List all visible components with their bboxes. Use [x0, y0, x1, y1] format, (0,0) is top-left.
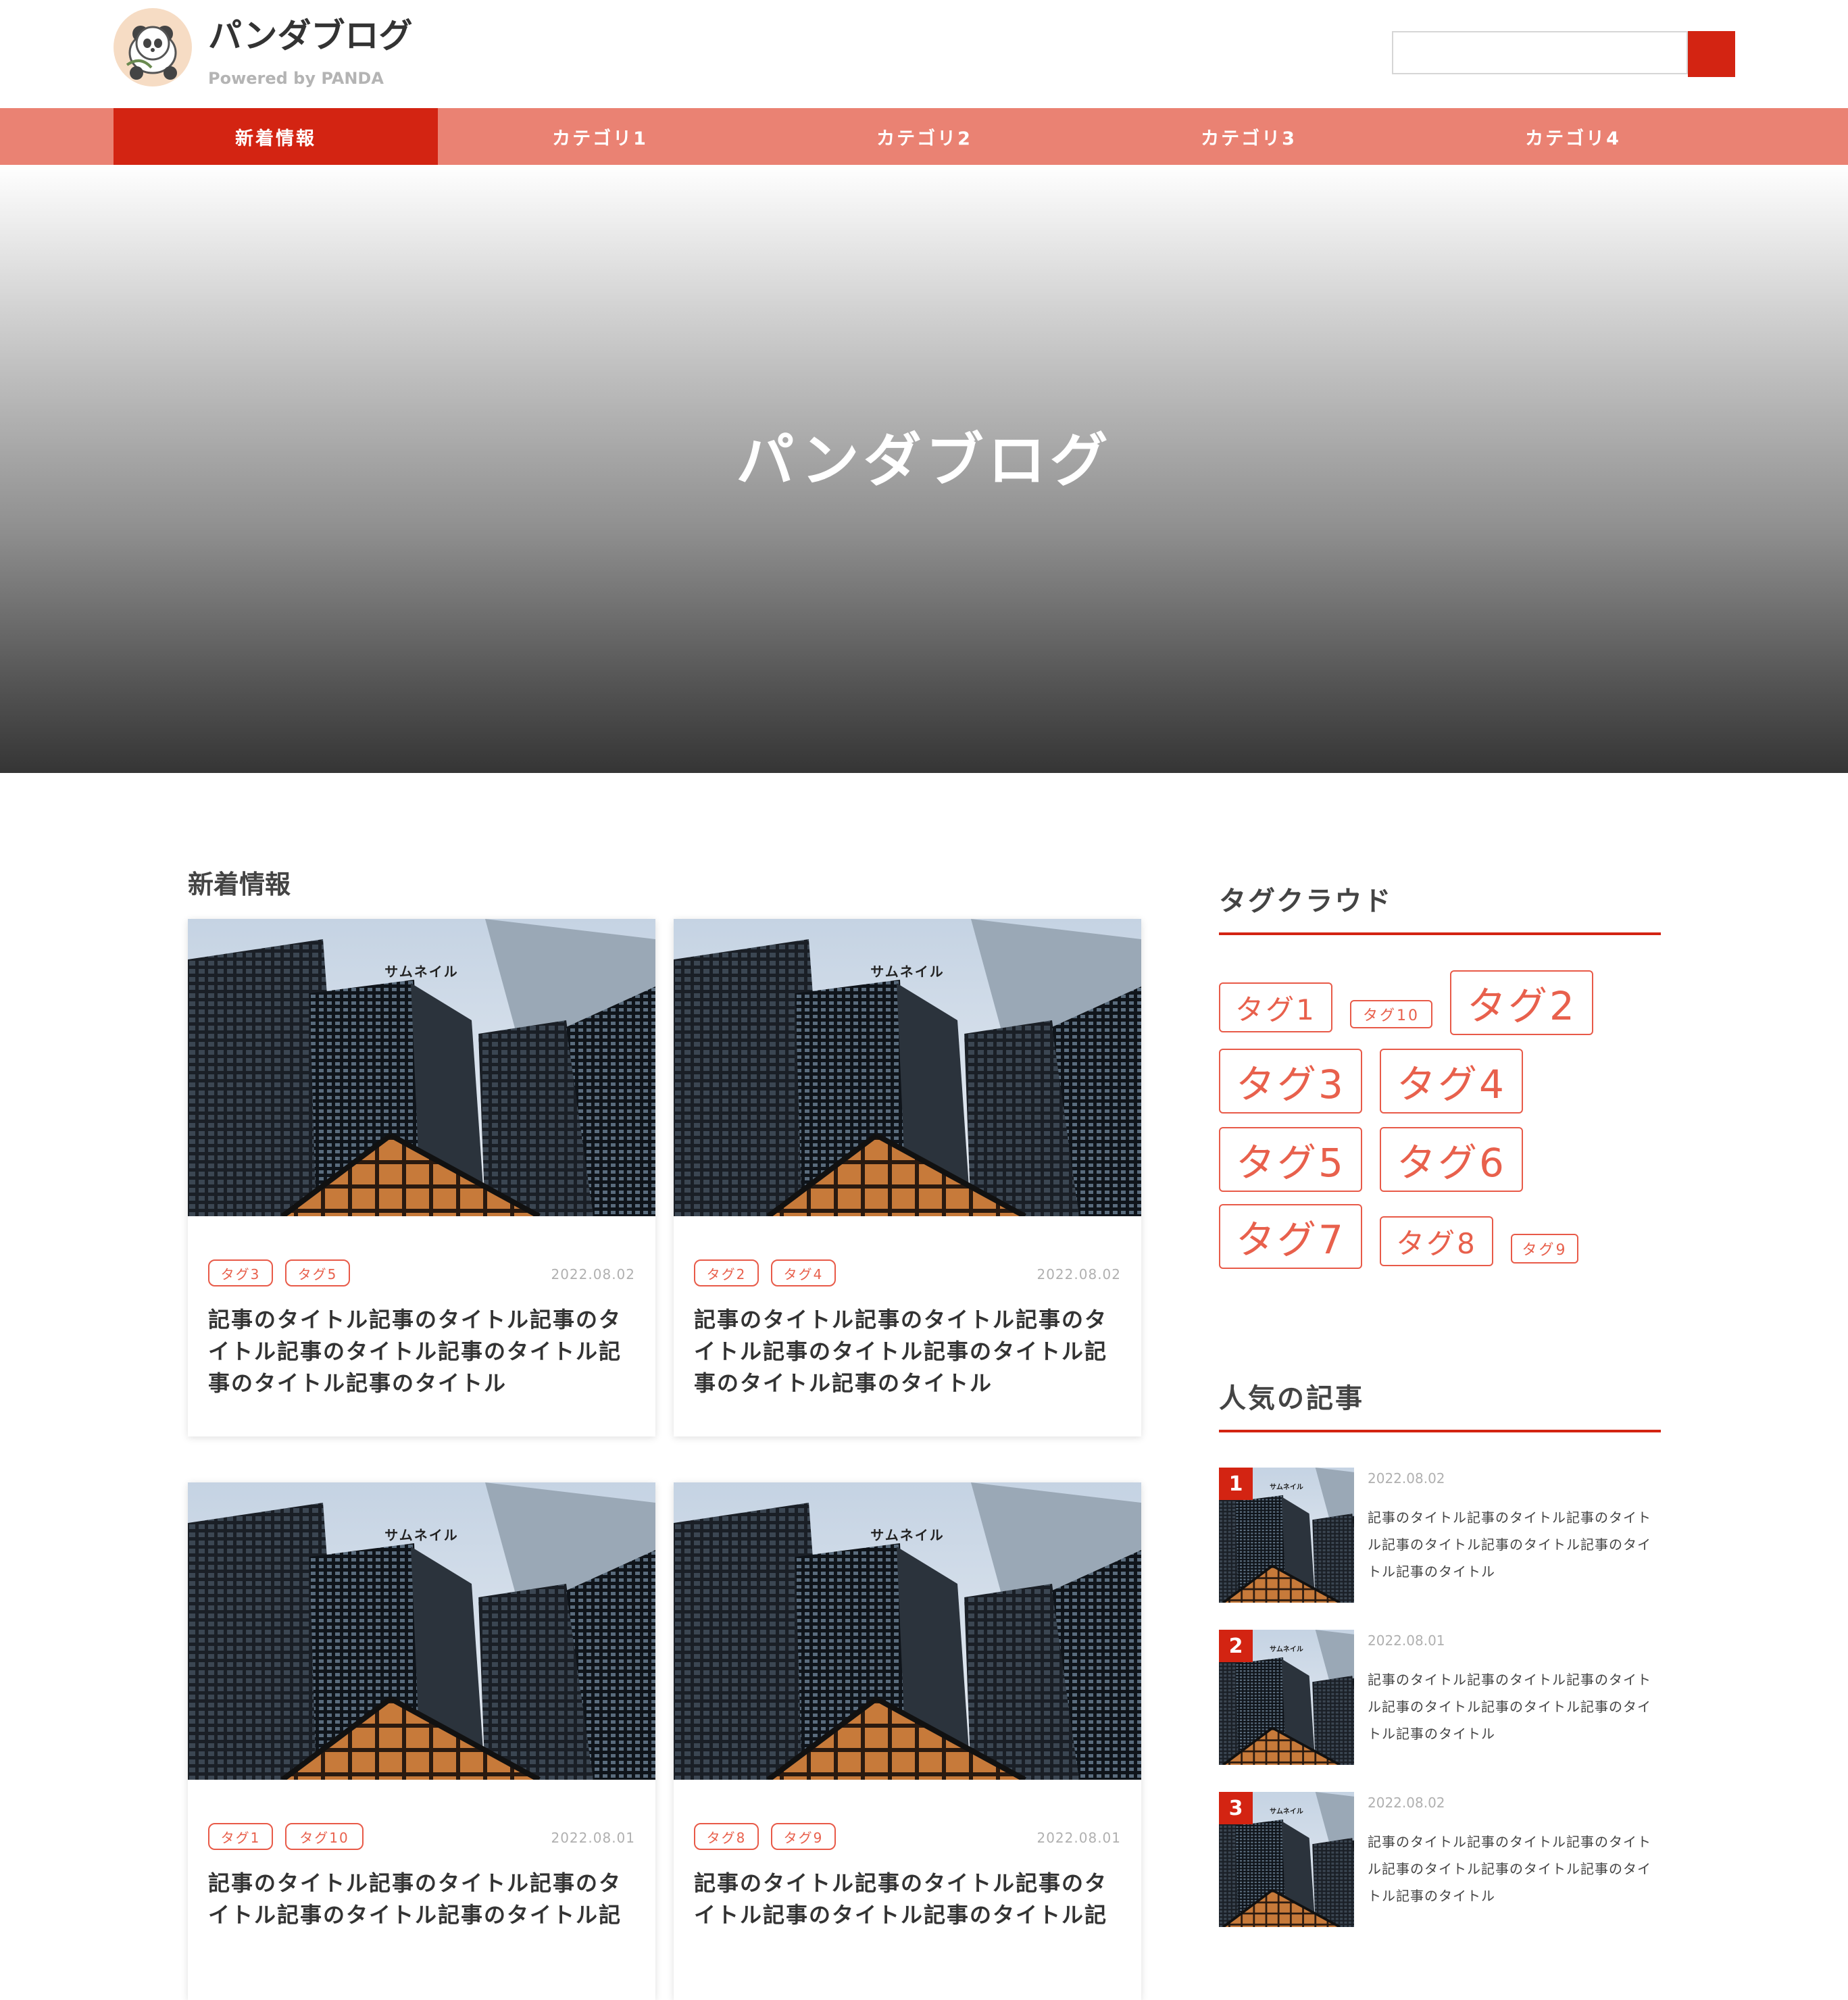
article-card[interactable]: サムネイル タグ8 タグ9 2022.08.01 記事のタイトル記事のタイトル記… [674, 1482, 1141, 2000]
thumbnail-label: サムネイル [384, 964, 459, 980]
popular-thumbnail[interactable]: サムネイル 1 [1219, 1468, 1354, 1603]
tagcloud-tag[interactable]: タグ3 [1219, 1049, 1362, 1114]
article-title[interactable]: 記事のタイトル記事のタイトル記事のタイトル記事のタイトル記事のタイトル記 [208, 1868, 635, 1931]
tag-pill[interactable]: タグ2 [694, 1259, 759, 1286]
tagcloud-tag[interactable]: タグ1 [1219, 982, 1332, 1032]
site-subtitle: Powered by PANDA [208, 69, 384, 88]
tag-pill[interactable]: タグ3 [208, 1259, 273, 1286]
rank-badge: 2 [1219, 1630, 1253, 1662]
popular-thumbnail[interactable]: サムネイル 2 [1219, 1630, 1354, 1765]
tagcloud-tag[interactable]: タグ6 [1380, 1127, 1523, 1192]
popular-article-title[interactable]: 記事のタイトル記事のタイトル記事のタイトル記事のタイトル記事のタイトル記事のタイ… [1368, 1666, 1665, 1747]
thumbnail-label: サムネイル [384, 1527, 459, 1543]
tagcloud-tag[interactable]: タグ2 [1450, 970, 1593, 1035]
popular-date: 2022.08.02 [1368, 1470, 1445, 1486]
nav-item-category1[interactable]: カテゴリ1 [438, 108, 762, 165]
tag-pill[interactable]: タグ4 [771, 1259, 836, 1286]
tag-pill[interactable]: タグ10 [285, 1823, 364, 1850]
global-nav: 新着情報 カテゴリ1 カテゴリ2 カテゴリ3 カテゴリ4 [0, 108, 1848, 165]
popular-date: 2022.08.02 [1368, 1795, 1445, 1811]
tagcloud-title: タグクラウド [1219, 886, 1393, 917]
search-button[interactable] [1688, 31, 1735, 77]
hero-banner: パンダブログ [0, 165, 1848, 773]
hero-title: パンダブログ [736, 427, 1112, 495]
article-date: 2022.08.02 [551, 1266, 635, 1282]
popular-date: 2022.08.01 [1368, 1632, 1445, 1649]
nav-item-news[interactable]: 新着情報 [114, 108, 438, 165]
tagcloud-divider [1219, 932, 1661, 935]
tag-pill[interactable]: タグ8 [694, 1823, 759, 1850]
article-title[interactable]: 記事のタイトル記事のタイトル記事のタイトル記事のタイトル記事のタイトル記事のタイ… [694, 1304, 1121, 1399]
article-card[interactable]: サムネイル タグ1 タグ10 2022.08.01 記事のタイトル記事のタイトル… [188, 1482, 655, 2000]
article-card[interactable]: サムネイル タグ3 タグ5 2022.08.02 記事のタイトル記事のタイトル記… [188, 919, 655, 1436]
tagcloud-tag[interactable]: タグ4 [1380, 1049, 1523, 1114]
popular-divider [1219, 1430, 1661, 1432]
nav-item-category2[interactable]: カテゴリ2 [762, 108, 1087, 165]
popular-article-title[interactable]: 記事のタイトル記事のタイトル記事のタイトル記事のタイトル記事のタイトル記事のタイ… [1368, 1504, 1665, 1585]
site-title[interactable]: パンダブログ [208, 19, 413, 53]
popular-article-title[interactable]: 記事のタイトル記事のタイトル記事のタイトル記事のタイトル記事のタイトル記事のタイ… [1368, 1828, 1665, 1909]
tagcloud-tag[interactable]: タグ8 [1380, 1216, 1493, 1266]
thumbnail-label: サムネイル [870, 1527, 945, 1543]
rank-badge: 3 [1219, 1792, 1253, 1824]
tagcloud-tag[interactable]: タグ10 [1350, 1000, 1432, 1028]
article-thumbnail[interactable]: サムネイル [188, 1482, 655, 1780]
section-title: 新着情報 [188, 870, 291, 899]
tagcloud-tag[interactable]: タグ5 [1219, 1127, 1362, 1192]
rank-badge: 1 [1219, 1468, 1253, 1500]
popular-title: 人気の記事 [1219, 1383, 1364, 1414]
tagcloud-tag[interactable]: タグ7 [1219, 1204, 1362, 1269]
article-card[interactable]: サムネイル タグ2 タグ4 2022.08.02 記事のタイトル記事のタイトル記… [674, 919, 1141, 1436]
tagcloud-tag[interactable]: タグ9 [1511, 1234, 1578, 1264]
site-header: パンダブログ Powered by PANDA [0, 0, 1848, 108]
article-date: 2022.08.02 [1037, 1266, 1121, 1282]
nav-item-category4[interactable]: カテゴリ4 [1411, 108, 1735, 165]
article-date: 2022.08.01 [551, 1830, 635, 1846]
panda-logo-icon[interactable] [114, 8, 192, 86]
article-title[interactable]: 記事のタイトル記事のタイトル記事のタイトル記事のタイトル記事のタイトル記事のタイ… [208, 1304, 635, 1399]
search-input[interactable] [1392, 31, 1688, 74]
article-thumbnail[interactable]: サムネイル [188, 919, 655, 1216]
tag-pill[interactable]: タグ1 [208, 1823, 273, 1850]
tag-pill[interactable]: タグ5 [285, 1259, 350, 1286]
tag-pill[interactable]: タグ9 [771, 1823, 836, 1850]
article-thumbnail[interactable]: サムネイル [674, 1482, 1141, 1780]
popular-thumbnail[interactable]: サムネイル 3 [1219, 1792, 1354, 1927]
article-title[interactable]: 記事のタイトル記事のタイトル記事のタイトル記事のタイトル記事のタイトル記 [694, 1868, 1121, 1931]
article-date: 2022.08.01 [1037, 1830, 1121, 1846]
nav-item-category3[interactable]: カテゴリ3 [1087, 108, 1411, 165]
article-thumbnail[interactable]: サムネイル [674, 919, 1141, 1216]
thumbnail-label: サムネイル [870, 964, 945, 980]
